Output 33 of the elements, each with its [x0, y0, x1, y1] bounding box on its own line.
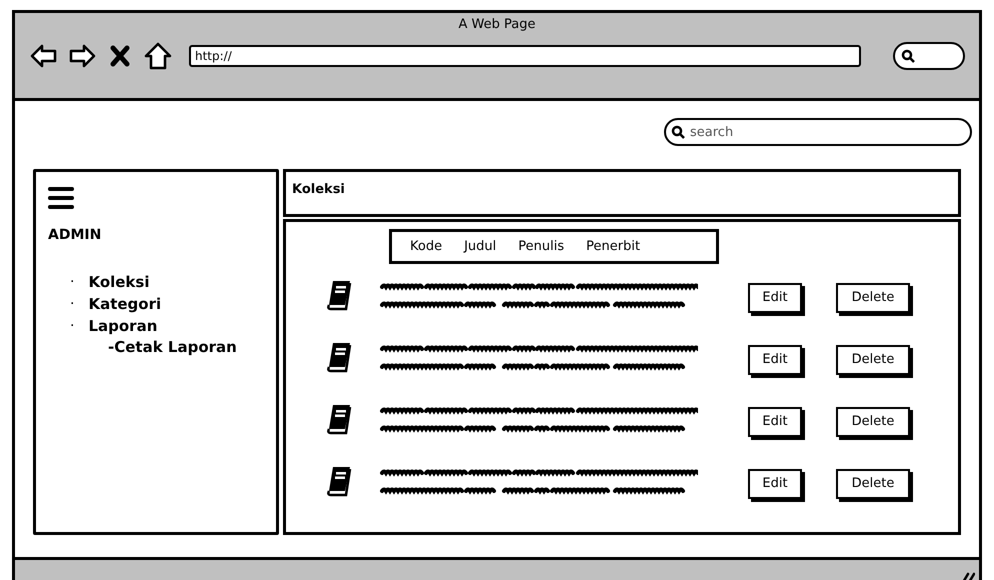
sidebar-item[interactable]: Laporan [88, 315, 158, 337]
search-field[interactable]: search [664, 118, 972, 146]
book-icon [326, 403, 352, 435]
column-header: Penulis [518, 238, 564, 256]
edit-button[interactable]: Edit [748, 283, 802, 313]
address-field[interactable]: http:// [189, 45, 861, 67]
edit-button[interactable]: Edit [748, 469, 802, 499]
menu-icon[interactable] [48, 186, 74, 210]
sidebar-subitem[interactable]: -Cetak Laporan [70, 337, 264, 357]
column-header: Penerbit [586, 238, 640, 256]
bullet: · [70, 273, 74, 292]
sidebar-heading: ADMIN [48, 226, 102, 245]
column-header: Kode [410, 238, 442, 256]
sidebar-item[interactable]: Kategori [88, 293, 162, 315]
search-icon [901, 49, 915, 63]
edit-button[interactable]: Edit [748, 345, 802, 375]
book-icon [326, 341, 352, 373]
delete-button[interactable]: Delete [836, 469, 910, 499]
window-title: A Web Page [458, 18, 536, 31]
delete-button[interactable]: Delete [836, 345, 910, 375]
delete-button[interactable]: Delete [836, 407, 910, 437]
search-button[interactable] [893, 42, 965, 70]
book-icon [326, 465, 352, 497]
search-icon [671, 125, 685, 139]
panel-title: Koleksi [292, 182, 345, 197]
home-icon[interactable] [143, 41, 173, 71]
edit-button[interactable]: Edit [748, 407, 802, 437]
bullet: · [70, 317, 74, 336]
bullet: · [70, 295, 74, 314]
book-icon [326, 279, 352, 311]
sidebar-item[interactable]: Koleksi [88, 271, 150, 293]
delete-button[interactable]: Delete [836, 283, 910, 313]
column-header: Judul [464, 238, 496, 256]
